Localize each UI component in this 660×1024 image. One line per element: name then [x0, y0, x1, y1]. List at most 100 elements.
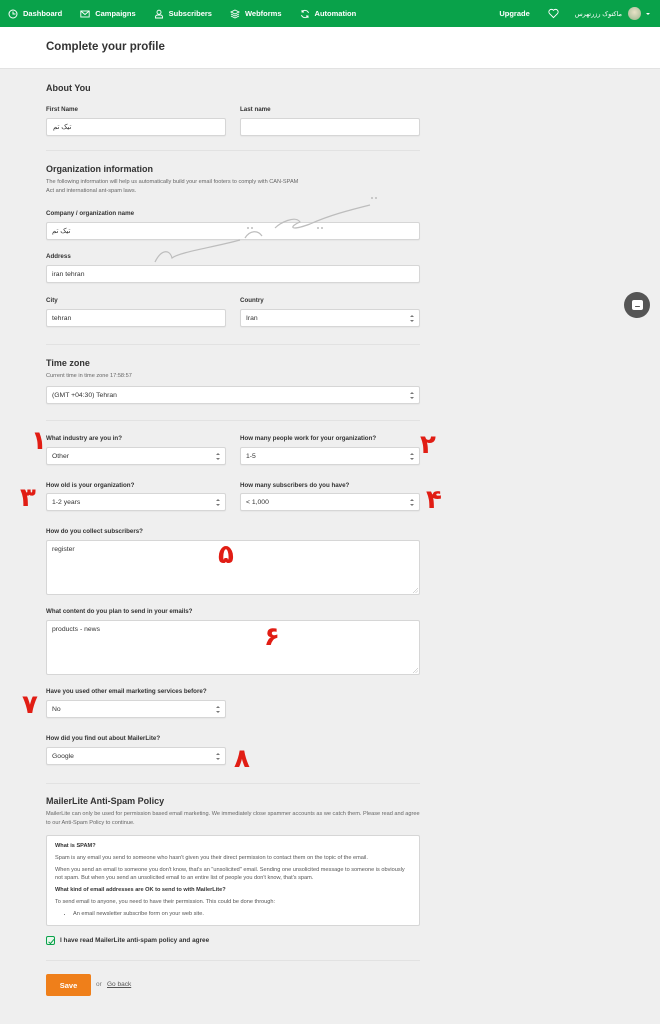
address-label: Address — [46, 253, 71, 260]
annotation-marker-4: ۴ — [426, 485, 442, 515]
nav-webforms-label: Webforms — [244, 9, 282, 18]
country-label: Country — [240, 297, 264, 304]
policy-paragraph: Spam is any email you send to someone wh… — [55, 855, 368, 861]
select-arrows-icon — [216, 453, 220, 460]
content-value: products - news — [52, 626, 100, 633]
nav-subscribers[interactable]: Subscribers — [154, 9, 212, 19]
company-input[interactable]: تیک تم — [46, 222, 420, 240]
user-icon — [154, 9, 163, 18]
nav-dashboard[interactable]: Dashboard — [8, 9, 62, 19]
nav-dashboard-label: Dashboard — [23, 9, 63, 18]
content-label: What content do you plan to send in your… — [46, 608, 193, 615]
annotation-marker-2: ٢ — [420, 430, 436, 460]
annotation-marker-8: ٨ — [234, 744, 250, 774]
heart-icon[interactable] — [548, 8, 559, 19]
save-button[interactable]: Save — [46, 974, 91, 996]
nav-automation-label: Automation — [314, 9, 357, 18]
city-value: tehran — [52, 314, 72, 322]
subscribers-select[interactable]: < 1,000 — [240, 493, 420, 511]
timezone-value: (GMT +04:30) Tehran — [52, 391, 117, 399]
policy-paragraph: To send email to anyone, you need to hav… — [55, 899, 276, 905]
content-textarea[interactable]: products - news — [46, 620, 420, 675]
annotation-marker-6: ۶ — [264, 622, 280, 652]
policy-text-box[interactable]: What is SPAM? Spam is any email you send… — [46, 835, 420, 926]
nav-automation[interactable]: Automation — [300, 9, 357, 19]
timezone-current-time: Current time in time zone 17:58:57 — [46, 373, 132, 379]
divider — [46, 150, 420, 151]
chevron-down-icon[interactable] — [646, 12, 650, 15]
select-arrows-icon — [410, 315, 414, 322]
last-name-input[interactable] — [240, 118, 420, 136]
industry-value: Other — [52, 452, 69, 460]
people-value: 1-5 — [246, 452, 256, 460]
or-text: or — [96, 981, 102, 988]
subscribers-value: < 1,000 — [246, 498, 269, 506]
select-arrows-icon — [216, 499, 220, 506]
last-name-label: Last name — [240, 106, 271, 113]
top-navigation: Dashboard Campaigns Subscribers Webforms… — [0, 0, 660, 27]
resize-handle[interactable] — [413, 668, 418, 673]
collect-label: How do you collect subscribers? — [46, 528, 143, 535]
policy-intro: MailerLite can only be used for permissi… — [46, 811, 420, 826]
policy-section-title: MailerLite Anti-Spam Policy — [46, 796, 165, 806]
go-back-link[interactable]: Go back — [107, 981, 131, 988]
policy-paragraph: When you send an email to someone you do… — [55, 867, 405, 881]
about-section-title: About You — [46, 83, 91, 93]
account-username[interactable]: ماکتوک رزرتهرس — [575, 10, 622, 18]
nav-campaigns[interactable]: Campaigns — [80, 9, 136, 19]
timezone-section-title: Time zone — [46, 358, 90, 368]
country-select[interactable]: Iran — [240, 309, 420, 327]
envelope-icon — [80, 10, 90, 17]
annotation-marker-5: ۵ — [218, 540, 234, 570]
select-arrows-icon — [216, 706, 220, 713]
select-arrows-icon — [410, 453, 414, 460]
company-label: Company / organization name — [46, 210, 135, 217]
page-title: Complete your profile — [46, 41, 165, 53]
divider — [46, 344, 420, 345]
subscribers-label: How many subscribers do you have? — [240, 482, 350, 489]
select-arrows-icon — [216, 753, 220, 760]
org-section-title: Organization information — [46, 164, 153, 174]
people-label: How many people work for your organizati… — [240, 435, 377, 442]
first-name-label: First Name — [46, 106, 78, 113]
found-select[interactable]: Google — [46, 747, 226, 765]
annotation-marker-3: ٣ — [20, 483, 36, 513]
divider — [46, 960, 420, 961]
upgrade-link[interactable]: Upgrade — [499, 9, 529, 18]
layers-icon — [229, 8, 240, 19]
timezone-select[interactable]: (GMT +04:30) Tehran — [46, 386, 420, 404]
chat-icon — [631, 300, 643, 310]
company-value: تیک تم — [52, 228, 71, 235]
people-select[interactable]: 1-5 — [240, 447, 420, 465]
found-label: How did you find out about MailerLite? — [46, 735, 161, 742]
used-label: Have you used other email marketing serv… — [46, 688, 207, 695]
annotation-marker-1: ١ — [31, 426, 47, 456]
used-select[interactable]: No — [46, 700, 226, 718]
age-select[interactable]: 1-2 years — [46, 493, 226, 511]
nav-subscribers-label: Subscribers — [168, 9, 212, 18]
country-value: Iran — [246, 314, 258, 322]
age-value: 1-2 years — [52, 498, 81, 506]
city-input[interactable]: tehran — [46, 309, 226, 327]
agree-checkbox[interactable] — [46, 936, 55, 945]
age-label: How old is your organization? — [46, 482, 135, 489]
nav-right: Upgrade ماکتوک رزرتهرس — [499, 0, 650, 27]
chat-widget-button[interactable] — [624, 292, 650, 318]
address-input[interactable]: iran tehran — [46, 265, 420, 283]
first-name-input[interactable]: تیک تم — [46, 118, 226, 136]
divider — [46, 783, 420, 784]
select-arrows-icon — [410, 499, 414, 506]
resize-handle[interactable] — [413, 588, 418, 593]
page-header: Complete your profile — [0, 27, 660, 69]
nav-webforms[interactable]: Webforms — [229, 8, 282, 19]
refresh-icon — [300, 9, 309, 18]
agree-label[interactable]: I have read MailerLite anti-spam policy … — [60, 937, 209, 944]
nav-campaigns-label: Campaigns — [95, 9, 136, 18]
org-help-text: The following information will help us a… — [46, 179, 299, 194]
policy-list-item: An email newsletter subscribe form on yo… — [73, 910, 411, 918]
industry-select[interactable]: Other — [46, 447, 226, 465]
avatar[interactable] — [628, 7, 641, 20]
dashboard-clock-icon — [8, 9, 18, 18]
city-label: City — [46, 297, 58, 304]
policy-heading-ok: What kind of email addresses are OK to s… — [55, 887, 226, 893]
